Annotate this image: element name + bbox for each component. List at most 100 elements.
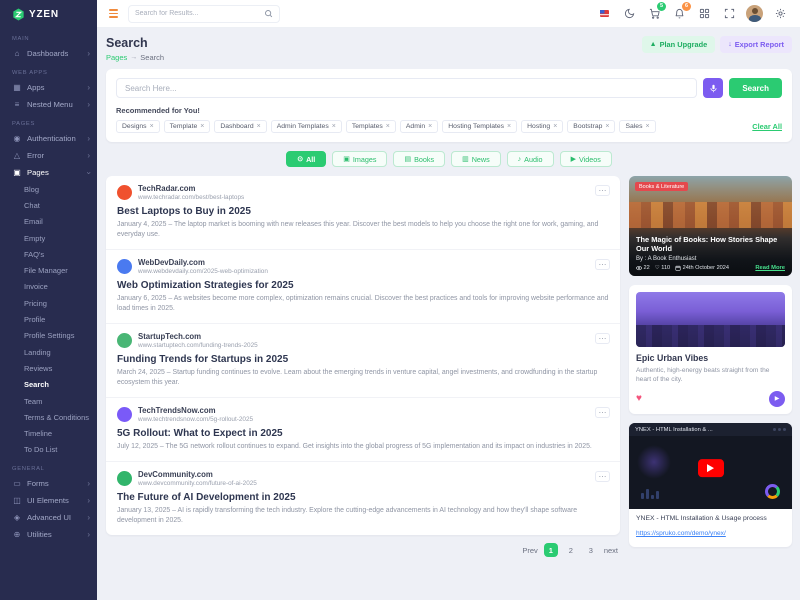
- sidebar-item[interactable]: ◫ UI Elements ›: [0, 492, 97, 509]
- pagination-page[interactable]: 1: [544, 543, 558, 557]
- sidebar-subitem[interactable]: Chat: [0, 197, 97, 213]
- remove-tag-icon[interactable]: ×: [507, 123, 511, 130]
- like-heart-icon[interactable]: ♥: [636, 394, 642, 404]
- youtube-play-button[interactable]: [698, 460, 724, 478]
- result-url[interactable]: www.devcommunity.com/future-of-ai-2025: [138, 480, 257, 487]
- clear-all-link[interactable]: Clear All: [752, 122, 782, 131]
- play-button[interactable]: ▶: [769, 391, 785, 407]
- result-title[interactable]: Funding Trends for Startups in 2025: [117, 354, 609, 365]
- breadcrumb-parent[interactable]: Pages: [106, 53, 127, 62]
- remove-tag-icon[interactable]: ×: [428, 123, 432, 130]
- filter-button[interactable]: ▤ Books: [393, 151, 445, 167]
- plan-upgrade-button[interactable]: ▲ Plan Upgrade: [642, 36, 716, 53]
- result-more-button[interactable]: ⋯: [595, 185, 610, 196]
- result-site[interactable]: TechRadar.com: [138, 184, 244, 193]
- pagination-next[interactable]: next: [604, 546, 618, 555]
- sidebar-subitem[interactable]: To Do List: [0, 442, 97, 458]
- settings-gear-icon[interactable]: [772, 6, 788, 22]
- pagination-prev[interactable]: Prev: [522, 546, 537, 555]
- result-site[interactable]: WebDevDaily.com: [138, 258, 268, 267]
- sidebar-subitem[interactable]: Email: [0, 214, 97, 230]
- sidebar-item[interactable]: ▦ Apps ›: [0, 79, 97, 96]
- result-more-button[interactable]: ⋯: [595, 259, 610, 270]
- result-url[interactable]: www.techtrendsnow.com/5g-rollout-2025: [138, 416, 253, 423]
- remove-tag-icon[interactable]: ×: [332, 123, 336, 130]
- pagination-page[interactable]: 2: [564, 543, 578, 557]
- sidebar-subitem[interactable]: Invoice: [0, 279, 97, 295]
- result-more-button[interactable]: ⋯: [595, 471, 610, 482]
- result-title[interactable]: 5G Rollout: What to Expect in 2025: [117, 428, 609, 439]
- sidebar-subitem[interactable]: Team: [0, 393, 97, 409]
- apps-grid-icon[interactable]: [696, 6, 712, 22]
- tag-chip[interactable]: Admin ×: [400, 120, 438, 133]
- tag-chip[interactable]: Admin Templates ×: [271, 120, 342, 133]
- tag-chip[interactable]: Dashboard ×: [214, 120, 266, 133]
- books-literature-card[interactable]: Books & Literature The Magic of Books: H…: [629, 176, 792, 276]
- remove-tag-icon[interactable]: ×: [150, 123, 154, 130]
- sidebar-subitem[interactable]: Landing: [0, 344, 97, 360]
- tag-chip[interactable]: Hosting Templates ×: [442, 120, 517, 133]
- sidebar-item[interactable]: ⊕ Utilities ›: [0, 526, 97, 543]
- result-title[interactable]: Web Optimization Strategies for 2025: [117, 280, 609, 291]
- filter-button[interactable]: ♪ Audio: [507, 151, 554, 167]
- sidebar-subitem[interactable]: Profile: [0, 311, 97, 327]
- remove-tag-icon[interactable]: ×: [200, 123, 204, 130]
- export-report-button[interactable]: ↓ Export Report: [720, 36, 792, 53]
- sidebar-item[interactable]: △ Error ›: [0, 147, 97, 164]
- voice-search-button[interactable]: [703, 78, 723, 98]
- video-thumbnail[interactable]: YNEX - HTML Installation & ...: [629, 423, 792, 509]
- sidebar-subitem[interactable]: Pricing: [0, 295, 97, 311]
- filter-button[interactable]: ⊙ All: [286, 151, 326, 167]
- pagination-page[interactable]: 3: [584, 543, 598, 557]
- result-site[interactable]: TechTrendsNow.com: [138, 406, 253, 415]
- tag-chip[interactable]: Templates ×: [346, 120, 396, 133]
- tag-chip[interactable]: Sales ×: [619, 120, 655, 133]
- fullscreen-icon[interactable]: [721, 6, 737, 22]
- search-icon[interactable]: [264, 9, 273, 18]
- video-link[interactable]: https://spruko.com/demo/ynex/: [636, 530, 726, 537]
- dark-mode-icon[interactable]: [621, 6, 637, 22]
- tag-chip[interactable]: Hosting ×: [521, 120, 563, 133]
- sidebar-subitem[interactable]: FAQ's: [0, 246, 97, 262]
- sidebar-subitem[interactable]: File Manager: [0, 262, 97, 278]
- result-title[interactable]: Best Laptops to Buy in 2025: [117, 206, 609, 217]
- result-site[interactable]: DevCommunity.com: [138, 470, 257, 479]
- menu-toggle-icon[interactable]: [109, 9, 118, 18]
- header-search-input[interactable]: [135, 10, 260, 17]
- sidebar-subitem[interactable]: Terms & Conditions: [0, 409, 97, 425]
- sidebar-item[interactable]: ▭ Forms ›: [0, 475, 97, 492]
- result-title[interactable]: The Future of AI Development in 2025: [117, 492, 609, 503]
- sidebar-subitem[interactable]: Search: [0, 377, 97, 393]
- category-badge[interactable]: Books & Literature: [635, 182, 688, 191]
- sidebar-subitem[interactable]: Profile Settings: [0, 328, 97, 344]
- tag-chip[interactable]: Template ×: [164, 120, 211, 133]
- sidebar-subitem[interactable]: Empty: [0, 230, 97, 246]
- search-button[interactable]: Search: [729, 78, 782, 98]
- filter-button[interactable]: ▥ News: [451, 151, 501, 167]
- sidebar-item-pages[interactable]: ▣ Pages ›: [0, 164, 97, 181]
- language-flag-icon[interactable]: [596, 6, 612, 22]
- sidebar-item[interactable]: ◉ Authentication ›: [0, 130, 97, 147]
- tag-chip[interactable]: Designs ×: [116, 120, 160, 133]
- search-input[interactable]: [116, 78, 697, 98]
- read-more-link[interactable]: Read More: [755, 265, 785, 271]
- tag-chip[interactable]: Bootstrap ×: [567, 120, 615, 133]
- notifications-bell-icon[interactable]: 6: [671, 6, 687, 22]
- sidebar-subitem[interactable]: Reviews: [0, 360, 97, 376]
- result-more-button[interactable]: ⋯: [595, 407, 610, 418]
- result-url[interactable]: www.webdevdaily.com/2025-web-optimizatio…: [138, 268, 268, 275]
- result-site[interactable]: StartupTech.com: [138, 332, 258, 341]
- result-more-button[interactable]: ⋯: [595, 333, 610, 344]
- remove-tag-icon[interactable]: ×: [605, 123, 609, 130]
- book-title[interactable]: The Magic of Books: How Stories Shape Ou…: [636, 235, 785, 254]
- sidebar-subitem[interactable]: Blog: [0, 181, 97, 197]
- sidebar-item[interactable]: ⌂ Dashboards ›: [0, 45, 97, 62]
- remove-tag-icon[interactable]: ×: [645, 123, 649, 130]
- filter-button[interactable]: ▶ Videos: [560, 151, 612, 167]
- sidebar-item[interactable]: ≡ Nested Menu ›: [0, 96, 97, 113]
- user-avatar[interactable]: [746, 5, 763, 22]
- result-url[interactable]: www.techradar.com/best/best-laptops: [138, 194, 244, 201]
- result-url[interactable]: www.startuptech.com/funding-trends-2025: [138, 342, 258, 349]
- cart-icon[interactable]: 5: [646, 6, 662, 22]
- brand[interactable]: YZEN: [0, 0, 97, 28]
